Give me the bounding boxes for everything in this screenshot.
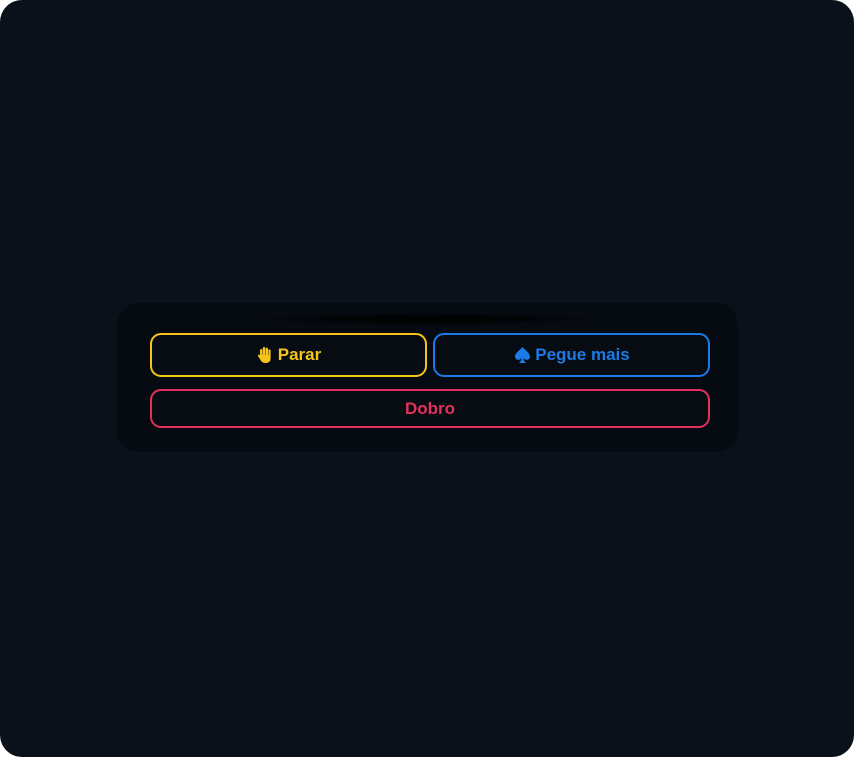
hit-label: Pegue mais xyxy=(535,345,630,364)
double-button[interactable]: Dobro xyxy=(150,389,710,428)
stand-button[interactable]: Parar xyxy=(150,333,427,377)
hit-button[interactable]: Pegue mais xyxy=(433,333,710,377)
spade-icon xyxy=(513,346,531,364)
action-panel: Parar Pegue mais Dobro xyxy=(117,303,738,452)
game-window: Parar Pegue mais Dobro xyxy=(0,0,854,757)
stand-label: Parar xyxy=(277,345,322,364)
panel-shadow xyxy=(267,313,587,325)
hand-icon xyxy=(256,346,274,364)
double-label: Dobro xyxy=(404,398,456,418)
